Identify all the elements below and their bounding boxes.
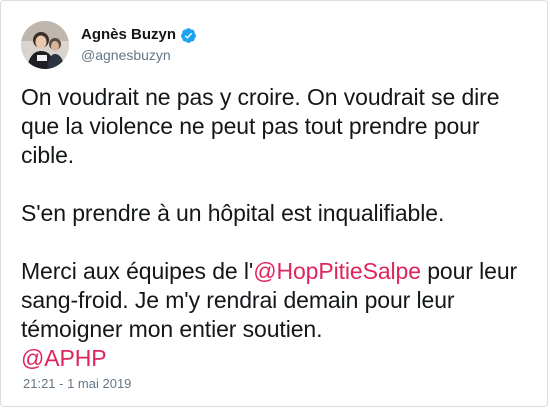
paragraph-text: On voudrait ne pas y croire. On voudrait… (21, 84, 500, 168)
verified-badge-icon (180, 27, 197, 44)
mention-link-hoppitiesalpe[interactable]: @HopPitieSalpe (253, 258, 421, 284)
profile-photo-icon (21, 21, 69, 69)
tweet-paragraph: On voudrait ne pas y croire. On voudrait… (21, 83, 531, 170)
tweet-header: Agnès Buzyn @agnesbuzyn (21, 21, 197, 69)
tweet-paragraph: Merci aux équipes de l'@HopPitieSalpe po… (21, 257, 531, 373)
author-names: Agnès Buzyn @agnesbuzyn (81, 25, 197, 65)
author-handle[interactable]: @agnesbuzyn (81, 46, 197, 65)
tweet-timestamp[interactable]: 21:21 - 1 mai 2019 (23, 376, 131, 392)
paragraph-text: Merci aux équipes de l' (21, 258, 254, 284)
tweet-card[interactable]: Agnès Buzyn @agnesbuzyn On voudrait ne p… (0, 0, 548, 407)
tweet-text: On voudrait ne pas y croire. On voudrait… (21, 83, 531, 373)
tweet-paragraph: S'en prendre à un hôpital est inqualifia… (21, 199, 531, 228)
avatar[interactable] (21, 21, 69, 69)
mention-link-aphp[interactable]: @APHP (21, 345, 107, 371)
author-display-name[interactable]: Agnès Buzyn (81, 25, 176, 45)
paragraph-text: S'en prendre à un hôpital est inqualifia… (21, 200, 445, 226)
